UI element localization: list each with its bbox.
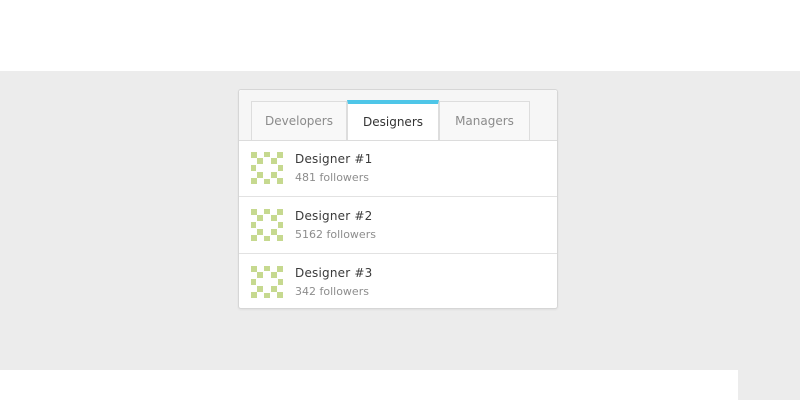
tab-bar: Developers Designers Managers xyxy=(239,90,557,141)
avatar-identicon-icon xyxy=(251,266,283,298)
people-list: Designer #1 481 followers Designer #2 51… xyxy=(239,140,557,311)
list-item[interactable]: Designer #1 481 followers xyxy=(239,140,557,197)
tabbed-people-widget: Developers Designers Managers Designer #… xyxy=(238,89,558,309)
bottom-panel xyxy=(0,370,738,400)
follower-count: 481 followers xyxy=(295,171,369,184)
person-name: Designer #1 xyxy=(295,152,373,166)
list-item[interactable]: Designer #2 5162 followers xyxy=(239,197,557,254)
tab-developers[interactable]: Developers xyxy=(251,101,347,140)
person-name: Designer #3 xyxy=(295,266,373,280)
tab-managers[interactable]: Managers xyxy=(439,101,530,140)
follower-count: 5162 followers xyxy=(295,228,376,241)
person-name: Designer #2 xyxy=(295,209,373,223)
follower-count: 342 followers xyxy=(295,285,369,298)
avatar-identicon-icon xyxy=(251,209,283,241)
tab-designers[interactable]: Designers xyxy=(347,100,439,140)
list-item[interactable]: Designer #3 342 followers xyxy=(239,254,557,311)
avatar-identicon-icon xyxy=(251,152,283,184)
